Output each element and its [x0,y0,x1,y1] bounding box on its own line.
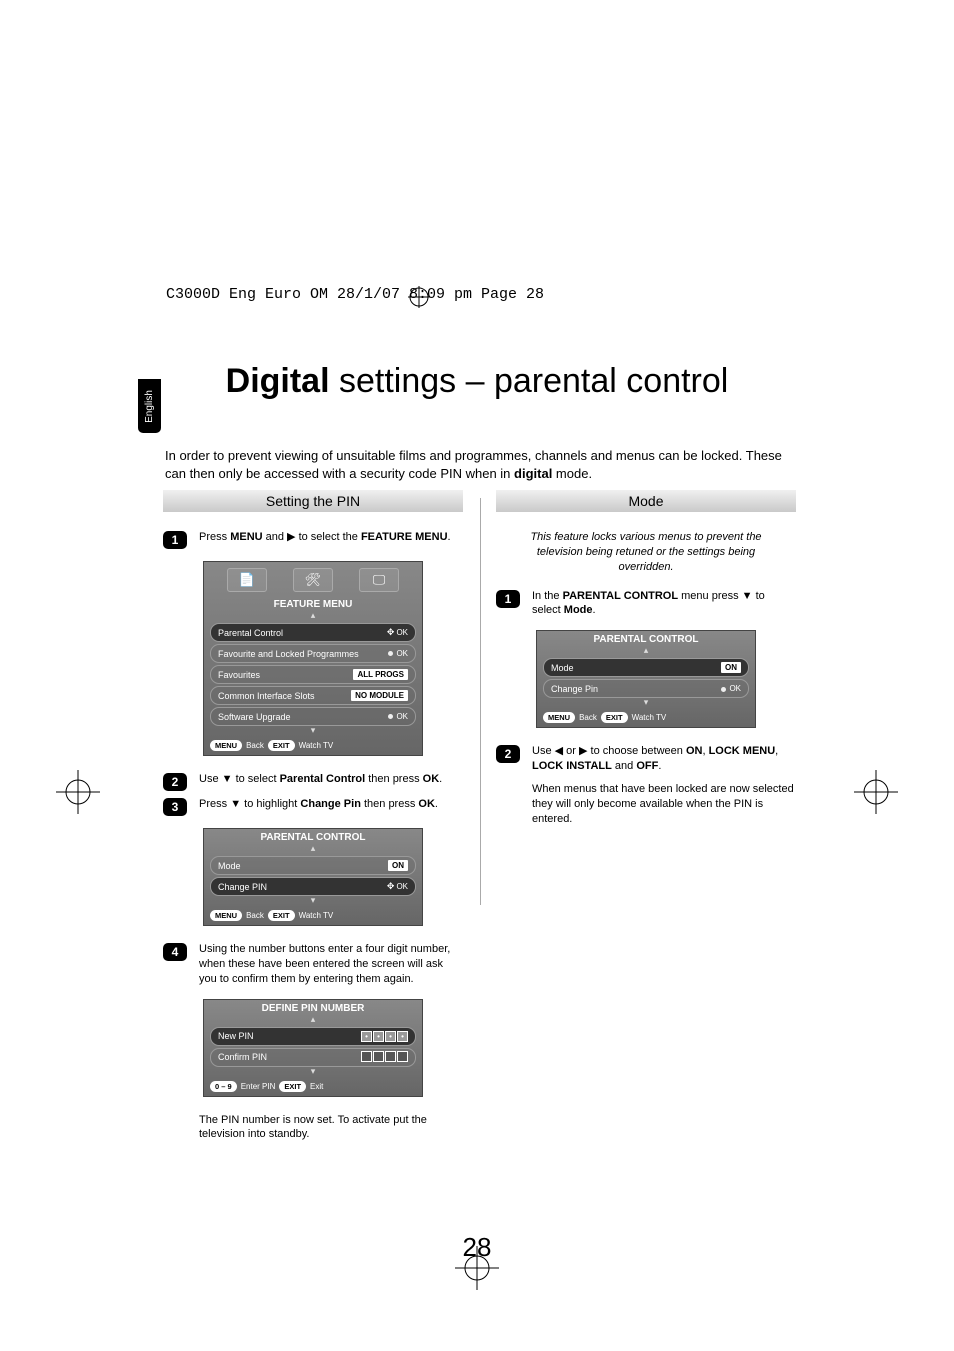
step-2: 2 Use ▼ to select Parental Control then … [163,772,463,791]
osd-row: Parental Control✥OK [210,623,416,642]
step-1: 1 In the PARENTAL CONTROL menu press ▼ t… [496,589,796,619]
step-number-icon: 1 [163,531,187,549]
osd-define-pin: DEFINE PIN NUMBER ▴ New PIN•••• Confirm … [203,999,423,1097]
tab-icon-3: 🖵 [359,568,399,592]
page-title: Digital settings – parental control [0,362,954,401]
closing-note: When menus that have been locked are now… [532,782,796,827]
osd-row: New PIN•••• [210,1027,416,1046]
right-column: Mode This feature locks various menus to… [496,490,796,826]
print-header: C3000D Eng Euro OM 28/1/07 8:09 pm Page … [166,286,544,303]
registration-mark-top [408,286,430,308]
osd-feature-menu: 📄 🛠 🖵 FEATURE MENU ▴ Parental Control✥OK… [203,561,423,756]
left-column: Setting the PIN 1 Press MENU and ▶ to se… [163,490,463,1142]
step-number-icon: 2 [163,773,187,791]
tab-icon-2: 🛠 [293,568,333,592]
osd-row: Favourite and Locked ProgrammesOK [210,644,416,663]
step-number-icon: 1 [496,590,520,608]
registration-mark-left [56,770,100,819]
osd-row: Common Interface SlotsNO MODULE [210,686,416,705]
section-header-mode: Mode [496,490,796,512]
registration-mark-right [854,770,898,819]
registration-mark-bottom [455,1246,499,1295]
osd-row: Confirm PIN [210,1048,416,1067]
intro-paragraph: In order to prevent viewing of unsuitabl… [165,447,790,482]
column-divider [480,498,481,905]
closing-note: The PIN number is now set. To activate p… [199,1113,463,1143]
step-4: 4 Using the number buttons enter a four … [163,942,463,987]
manual-page: C3000D Eng Euro OM 28/1/07 8:09 pm Page … [0,0,954,1351]
step-2: 2 Use ◀ or ▶ to choose between ON, LOCK … [496,744,796,774]
osd-row: FavouritesALL PROGS [210,665,416,684]
step-number-icon: 3 [163,798,187,816]
tab-icon-1: 📄 [227,568,267,592]
osd-row: ModeON [210,856,416,875]
step-3: 3 Press ▼ to highlight Change Pin then p… [163,797,463,816]
osd-row: Change PIN✥OK [210,877,416,896]
section-header-setting-pin: Setting the PIN [163,490,463,512]
osd-parental-control: PARENTAL CONTROL ▴ ModeON Change PinOK ▾… [536,630,756,728]
step-1-text: Press MENU and ▶ to select the FEATURE M… [199,530,451,545]
step-number-icon: 2 [496,745,520,763]
osd-parental-control: PARENTAL CONTROL ▴ ModeON Change PIN✥OK … [203,828,423,926]
mode-intro: This feature locks various menus to prev… [510,530,782,575]
osd-row: Change PinOK [543,679,749,698]
osd-row: ModeON [543,658,749,677]
osd-footer: MENUBack EXITWatch TV [204,736,422,755]
step-number-icon: 4 [163,943,187,961]
step-1: 1 Press MENU and ▶ to select the FEATURE… [163,530,463,549]
osd-row: Software UpgradeOK [210,707,416,726]
